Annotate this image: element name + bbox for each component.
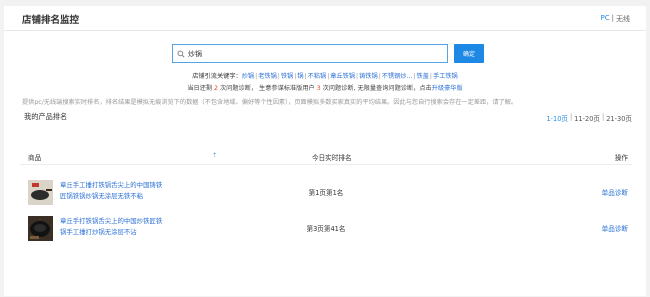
keyword-separator: | — [255, 73, 258, 80]
keyword-separator: | — [378, 73, 381, 80]
keyword-link[interactable]: 不锈钢炒... — [382, 73, 413, 80]
keyword-link[interactable]: 手工铁锅 — [433, 73, 458, 80]
page-range-1[interactable]: 1-10页 — [546, 113, 568, 123]
header: 店铺排名监控 PC | 无线 — [4, 6, 646, 31]
pager-separator: | — [570, 113, 573, 121]
diagnose-button[interactable]: 单品诊断 — [602, 187, 628, 197]
keyword-link[interactable]: 锅 — [297, 73, 303, 80]
keyword-link[interactable]: 不粘锅 — [308, 73, 327, 80]
keyword-link[interactable]: 铁锅 — [281, 73, 293, 80]
keyword-link[interactable]: 铁盖 — [417, 73, 429, 80]
view-switch: PC | 无线 — [601, 14, 630, 24]
keyword-link[interactable]: 章丘铁锅 — [330, 73, 355, 80]
quota-text: 当日还剩 — [187, 85, 215, 92]
page-title: 店铺排名监控 — [22, 15, 80, 26]
related-keywords: 店铺引流关键字：炒锅|老铁锅|铁锅|锅|不粘锅|章丘铁锅|铸铁锅|不锈钢炒...… — [4, 71, 646, 80]
page-range-3[interactable]: 21-30页 — [606, 113, 632, 123]
col-product: 商品 — [28, 154, 42, 162]
table-header: 商品 ⇡ 今日实时排名 操作 — [20, 151, 632, 165]
pc-tab[interactable]: PC — [601, 14, 610, 24]
related-prefix: 店铺引流关键字： — [192, 73, 242, 80]
table-row: 章丘手打铁锅舌尖上的中国炒铁匠铁锅手工捶打炒锅无涂层不沾 第3页第41名 单品诊… — [20, 213, 632, 249]
section-title: 我的产品排名 — [24, 112, 68, 121]
keyword-link[interactable]: 老铁锅 — [258, 73, 277, 80]
keyword-separator: | — [304, 73, 307, 80]
keyword-separator: | — [277, 73, 280, 80]
upgrade-link[interactable]: 升级豪华版 — [432, 85, 463, 92]
quota-info: 当日还剩 2 次问题诊断， 生意参谋标准版用户 3 次问题诊断, 无限量查询问题… — [4, 83, 646, 92]
keyword-link[interactable]: 炒锅 — [242, 73, 254, 80]
pager-separator: | — [602, 113, 605, 121]
table-row: 章丘手工捶打铁锅舌尖上的中国铸铁匠锅铁锅炒锅无涂层无铁不粘 第1页第1名 单品诊… — [20, 177, 632, 213]
keyword-separator: | — [413, 73, 416, 80]
rank-value: 第3页第41名 — [306, 225, 346, 233]
view-divider: | — [611, 14, 614, 22]
sort-icon[interactable]: ⇡ — [212, 152, 217, 159]
col-rank: 今日实时排名 — [312, 154, 352, 162]
keyword-separator: | — [327, 73, 330, 80]
search-icon — [177, 49, 185, 58]
quota-text: 次问题诊断， 生意参谋标准版用户 — [217, 85, 317, 92]
keyword-separator: | — [356, 73, 359, 80]
wireless-tab[interactable]: 无线 — [616, 14, 630, 24]
search-bar: 确定 — [172, 44, 484, 63]
quota-text: 次问题诊断, 无限量查询问题诊断，点击 — [320, 85, 432, 92]
diagnose-button[interactable]: 单品诊断 — [602, 223, 628, 233]
search-button[interactable]: 确定 — [454, 44, 484, 63]
search-box[interactable] — [172, 44, 448, 63]
notice-text: 提供pc/无线端搜索实时排名，排名结果是模拟无痕浏览下的数据（不包含地域、偏好等… — [22, 99, 518, 106]
page-range-pager: 1-10页 | 11-20页 | 21-30页 — [546, 113, 632, 123]
page-range-2[interactable]: 11-20页 — [574, 113, 600, 123]
search-input[interactable] — [188, 49, 428, 58]
col-action: 操作 — [614, 154, 628, 162]
keyword-link[interactable]: 铸铁锅 — [359, 73, 378, 80]
keyword-separator: | — [429, 73, 432, 80]
main-panel: 店铺排名监控 PC | 无线 确定 店铺引流关键字：炒锅|老铁锅|铁锅|锅|不粘… — [4, 6, 646, 296]
rank-value: 第1页第1名 — [308, 189, 344, 197]
